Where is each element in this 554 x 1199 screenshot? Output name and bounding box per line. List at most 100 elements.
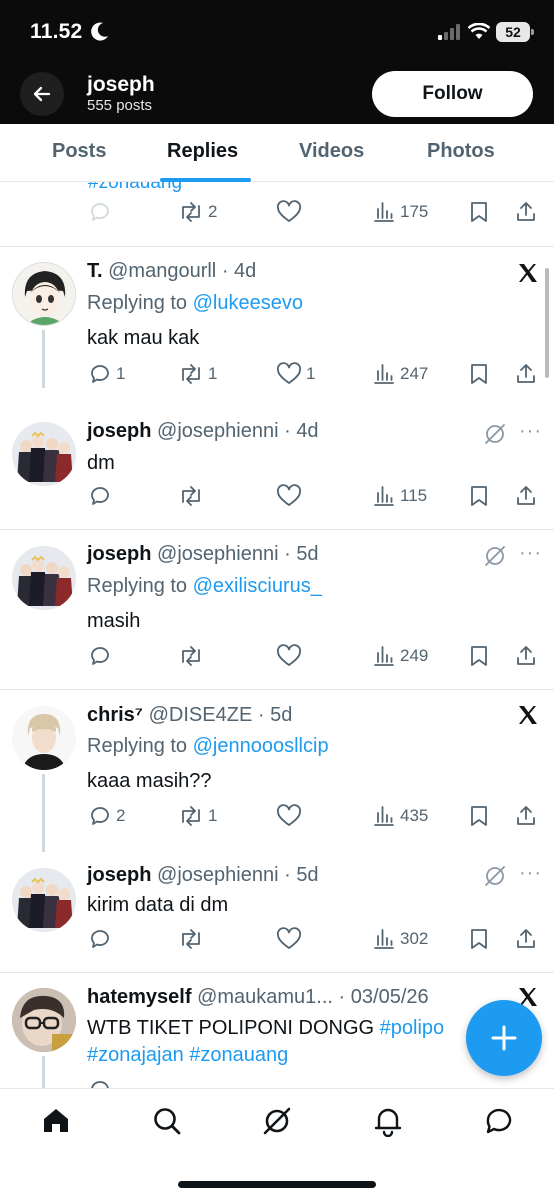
author-handle[interactable]: @josephienni [157,420,279,442]
views-button[interactable]: 249 [372,644,428,668]
views-button[interactable]: 435 [372,804,428,828]
bookmark-button[interactable] [467,804,491,828]
retweet-button[interactable] [178,927,204,951]
home-icon[interactable] [40,1105,72,1137]
retweet-button[interactable]: 2 [178,200,217,224]
author-handle[interactable]: @mangourll [108,260,216,282]
status-time: 11.52 [30,20,83,43]
share-button[interactable] [514,200,538,224]
bookmark-button[interactable] [467,200,491,224]
avatar[interactable] [12,706,76,770]
bookmark-icon [471,486,487,506]
author-handle[interactable]: @maukamu1... [197,986,333,1008]
author-handle[interactable]: @DISE4ZE [149,704,253,726]
tab-posts[interactable]: Posts [52,140,106,163]
reply-button[interactable]: 2 [88,804,125,828]
bookmark-button[interactable] [467,484,491,508]
views-button[interactable]: 115 [372,484,427,508]
reply-count: 2 [116,806,126,825]
author-name[interactable]: joseph [87,864,151,886]
reply-button[interactable] [88,200,112,224]
author-name[interactable]: T. [87,260,103,282]
separator: · [284,864,291,886]
grok-icon[interactable] [483,544,507,568]
reply-button[interactable] [88,484,112,508]
retweet-button[interactable] [178,484,204,508]
views-button[interactable]: 302 [372,927,428,951]
retweet-button[interactable]: 1 [178,362,217,386]
search-icon[interactable] [151,1105,183,1137]
post-hashtag[interactable]: #polipo [380,1017,445,1039]
share-icon [517,202,535,221]
compose-button[interactable] [466,1000,542,1076]
post-text: dm [87,452,115,474]
bookmark-button[interactable] [467,644,491,668]
author-name[interactable]: chris⁷ [87,704,143,726]
replying-to-handle[interactable]: @exilisciurus_ [193,575,322,597]
avatar-illustration [12,422,76,486]
like-button[interactable] [276,484,302,508]
author-handle[interactable]: @josephienni [157,864,279,886]
reply-icon [91,807,109,825]
views-button[interactable]: 175 [372,200,428,224]
messages-icon[interactable] [483,1105,515,1137]
post-text: kirim data di dm [87,894,229,916]
notifications-icon[interactable] [372,1105,404,1137]
more-options-icon[interactable]: ··· [519,420,542,443]
reply-icon [91,930,109,948]
bookmark-icon [471,929,487,949]
retweet-button[interactable]: 1 [178,804,217,828]
more-options-icon[interactable]: ··· [519,862,542,885]
post-hashtag[interactable]: #zonauang [88,182,182,194]
views-icon [374,806,394,826]
share-button[interactable] [514,484,538,508]
tab-videos[interactable]: Videos [299,140,364,163]
tab-photos[interactable]: Photos [427,140,495,163]
follow-button[interactable]: Follow [372,71,533,117]
arrow-left-icon [33,86,51,102]
like-button[interactable] [276,927,302,951]
grok-icon[interactable] [483,422,507,446]
replying-to-handle[interactable]: @jennooosllcip [193,735,329,757]
share-button[interactable] [514,927,538,951]
replying-label: Replying to [87,735,188,757]
grok-icon[interactable] [261,1105,293,1137]
like-button[interactable] [276,804,302,828]
views-count: 249 [400,646,429,665]
share-button[interactable] [514,804,538,828]
like-button[interactable]: 1 [276,362,315,386]
post-actions: 1 1 1 247 [0,362,554,394]
replying-to: Replying to @jennooosllcip [87,735,329,758]
retweet-button[interactable] [178,644,204,668]
like-button[interactable] [276,644,302,668]
reply-button[interactable]: 1 [88,362,125,386]
replies-feed[interactable]: #zonauang 2 175 T. @mangourll · 4d Reply… [0,182,554,1088]
share-button[interactable] [514,362,538,386]
bookmark-button[interactable] [467,927,491,951]
author-name[interactable]: joseph [87,543,151,565]
post-hashtags[interactable]: #zonajajan #zonauang [87,1044,288,1067]
reply-button[interactable] [88,1078,112,1088]
grok-icon[interactable] [483,864,507,888]
avatar[interactable] [12,868,76,932]
scrollbar[interactable] [545,268,549,378]
avatar[interactable] [12,988,76,1052]
reply-button[interactable] [88,644,112,668]
replying-to: Replying to @lukeesevo [87,292,303,315]
author-handle[interactable]: @josephienni [157,543,279,565]
views-icon [374,646,394,666]
like-button[interactable] [276,200,302,224]
replying-to-handle[interactable]: @lukeesevo [193,292,303,314]
tab-replies[interactable]: Replies [167,140,238,163]
avatar[interactable] [12,546,76,610]
author-name[interactable]: hatemyself [87,986,192,1008]
reply-button[interactable] [88,927,112,951]
more-options-icon[interactable]: ··· [519,542,542,565]
back-button[interactable] [20,72,64,116]
author-name[interactable]: joseph [87,420,151,442]
bookmark-button[interactable] [467,362,491,386]
avatar[interactable] [12,422,76,486]
avatar[interactable] [12,262,76,326]
share-button[interactable] [514,644,538,668]
views-button[interactable]: 247 [372,362,428,386]
